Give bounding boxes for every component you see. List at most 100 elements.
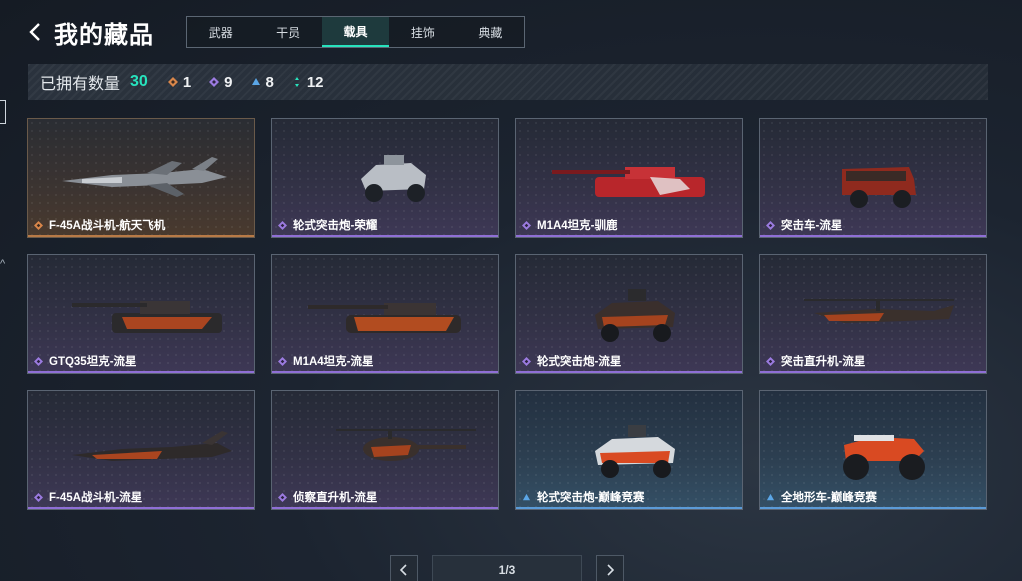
rarity-bar (272, 507, 498, 509)
blue-rarity-icon (766, 493, 775, 500)
helicopter-icon (804, 299, 954, 323)
collection-card-m1a4-meteor[interactable]: M1A4坦克-流星 (271, 254, 499, 374)
purple-rarity-icon (34, 492, 43, 502)
rarity-bar (516, 507, 742, 509)
collection-card-assault-helicopter-meteor[interactable]: 突击直升机-流星 (759, 254, 987, 374)
card-name: 全地形车-巅峰竞赛 (781, 492, 877, 504)
page-indicator: 1/3 (432, 555, 582, 581)
card-title: 侦察直升机-流星 (278, 489, 377, 505)
card-title: 轮式突击炮-流星 (522, 353, 621, 369)
collection-card-atv-peak-race[interactable]: 全地形车-巅峰竞赛 (759, 390, 987, 510)
green-rarity-icon (294, 77, 299, 87)
card-title: 轮式突击炮-巅峰竞赛 (522, 489, 644, 505)
tank-icon (72, 301, 222, 333)
orange-rarity-stat: 1 (167, 73, 192, 91)
collection-card-gtq35-meteor[interactable]: GTQ35坦克-流星 (27, 254, 255, 374)
purple-rarity-icon (34, 356, 43, 366)
chevron-left-icon (29, 23, 40, 41)
jet-icon (72, 431, 232, 461)
card-title: 突击直升机-流星 (766, 353, 865, 369)
card-name: M1A4坦克-驯鹿 (537, 220, 618, 232)
page-title: 我的藏品 (54, 21, 154, 49)
tab-vehicles[interactable]: 载具 (321, 17, 390, 47)
tab-charms[interactable]: 挂饰 (389, 17, 456, 47)
card-title: F-45A战斗机-流星 (34, 489, 142, 505)
rarity-bar (760, 371, 986, 373)
rarity-bar (28, 371, 254, 373)
collection-card-f45a-meteor[interactable]: F-45A战斗机-流星 (27, 390, 255, 510)
green-count: 12 (306, 73, 324, 91)
card-name: 轮式突击炮-流星 (537, 356, 622, 368)
card-name: 轮式突击炮-荣耀 (293, 220, 378, 232)
card-title: 轮式突击炮-荣耀 (278, 217, 377, 233)
tab-collection[interactable]: 典藏 (457, 17, 524, 47)
buggy-icon (595, 425, 675, 478)
pagination: 1/3 (390, 555, 624, 581)
card-name: GTQ35坦克-流星 (49, 356, 137, 368)
blue-count: 8 (265, 73, 274, 91)
collection-card-wheeled-assault-meteor[interactable]: 轮式突击炮-流星 (515, 254, 743, 374)
tank-icon (308, 303, 461, 333)
collection-grid: F-45A战斗机-航天飞机 轮式突击炮-荣耀 M1A4坦克-驯鹿 突击车-流星 … (27, 118, 987, 510)
tab-operators[interactable]: 干员 (254, 17, 321, 47)
caret-up-icon: ^ (0, 258, 6, 270)
purple-rarity-icon (522, 220, 531, 230)
card-title: M1A4坦克-流星 (278, 353, 374, 369)
card-name: 侦察直升机-流星 (293, 492, 378, 504)
next-page-button[interactable] (596, 555, 624, 581)
chevron-left-icon (400, 564, 407, 576)
collection-card-wheeled-assault-glory[interactable]: 轮式突击炮-荣耀 (271, 118, 499, 238)
purple-rarity-icon (278, 356, 287, 366)
blue-rarity-stat: 8 (251, 74, 274, 91)
orange-count: 1 (182, 73, 192, 91)
card-title: F-45A战斗机-航天飞机 (34, 217, 165, 233)
card-name: F-45A战斗机-航天飞机 (49, 220, 166, 232)
tab-weapons[interactable]: 武器 (187, 17, 254, 47)
truck-icon (842, 167, 916, 208)
ownership-stats-bar: 已拥有数量 30 1 9 8 12 (28, 64, 988, 100)
category-tabs: 武器 干员 载具 挂饰 典藏 (186, 16, 525, 48)
atv-icon (843, 435, 925, 480)
helicopter-icon (336, 429, 476, 461)
purple-rarity-icon (766, 220, 775, 230)
collection-card-f45a-spaceshuttle[interactable]: F-45A战斗机-航天飞机 (27, 118, 255, 238)
blue-rarity-icon (251, 78, 260, 85)
collection-card-m1a4-reindeer[interactable]: M1A4坦克-驯鹿 (515, 118, 743, 238)
orange-rarity-icon (167, 77, 178, 87)
jet-icon (62, 157, 227, 197)
chevron-right-icon (607, 564, 614, 576)
collection-card-scout-helicopter-meteor[interactable]: 侦察直升机-流星 (271, 390, 499, 510)
card-name: F-45A战斗机-流星 (49, 492, 143, 504)
rarity-bar (272, 235, 498, 237)
card-title: GTQ35坦克-流星 (34, 353, 137, 369)
header: 我的藏品 (28, 14, 154, 50)
rarity-bar (272, 371, 498, 373)
purple-rarity-icon (522, 356, 531, 366)
buggy-icon (595, 289, 675, 342)
collection-card-assault-truck-meteor[interactable]: 突击车-流星 (759, 118, 987, 238)
blue-rarity-icon (522, 493, 531, 500)
card-title: 全地形车-巅峰竞赛 (766, 489, 877, 505)
card-title: 突击车-流星 (766, 217, 842, 233)
rarity-bar (760, 507, 986, 509)
rarity-bar (28, 507, 254, 509)
card-name: 突击直升机-流星 (781, 356, 866, 368)
buggy-icon (361, 155, 426, 202)
purple-rarity-icon (278, 492, 287, 502)
rarity-bar (516, 371, 742, 373)
orange-rarity-icon (34, 220, 43, 230)
tank-icon (552, 167, 705, 197)
purple-count: 9 (224, 73, 233, 91)
rarity-bar (28, 235, 254, 237)
owned-label: 已拥有数量 (40, 76, 121, 93)
card-title: M1A4坦克-驯鹿 (522, 217, 618, 233)
back-button[interactable] (28, 14, 48, 50)
purple-rarity-icon (766, 356, 775, 366)
collection-card-wheeled-assault-peak-race[interactable]: 轮式突击炮-巅峰竞赛 (515, 390, 743, 510)
card-name: 突击车-流星 (781, 220, 843, 232)
card-name: 轮式突击炮-巅峰竞赛 (537, 492, 645, 504)
side-panel-handle[interactable] (0, 100, 6, 124)
rarity-bar (516, 235, 742, 237)
previous-page-button[interactable] (390, 555, 418, 581)
purple-rarity-icon (209, 77, 220, 87)
